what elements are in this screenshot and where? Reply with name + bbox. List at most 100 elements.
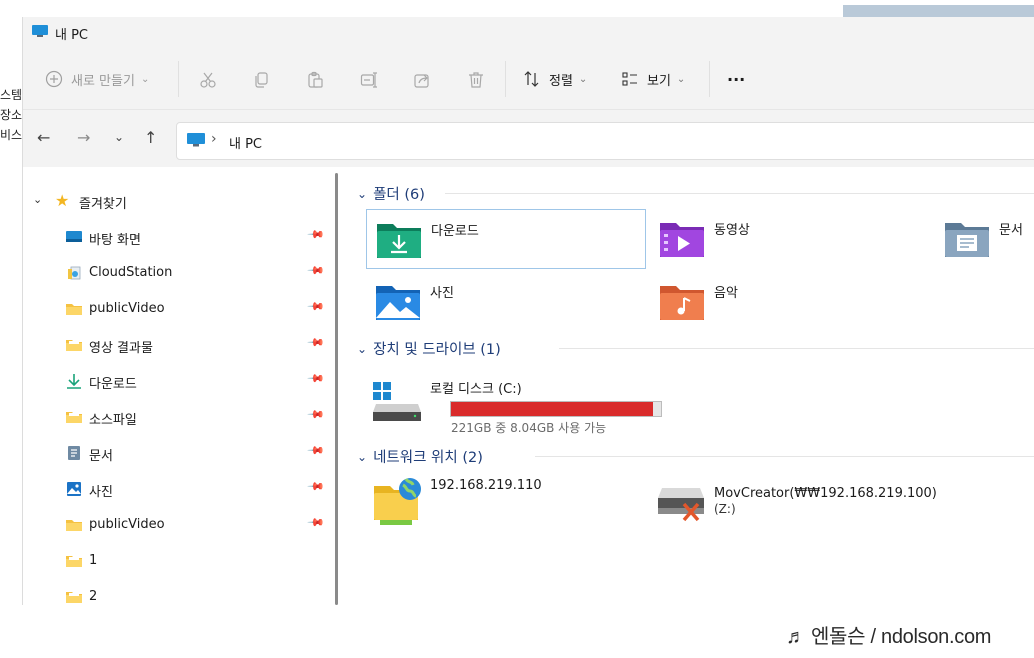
breadcrumb-this-pc[interactable]: 내 PC	[229, 133, 262, 152]
background-text: 비스	[0, 128, 23, 142]
folder-label: 음악	[714, 286, 738, 301]
folder-icon	[66, 592, 82, 603]
sidebar-item-label: 문서	[89, 449, 113, 464]
sidebar-item-publicvideo-2[interactable]: publicVideo 📌	[23, 509, 333, 541]
sort-label: 정렬	[549, 73, 573, 89]
group-header-folders[interactable]: ⌄ 폴더 (6)	[357, 183, 425, 204]
network-tile-movcreator[interactable]: MovCreator(₩₩192.168.219.100) (Z:)	[650, 472, 990, 530]
disconnected-drive-icon	[658, 488, 704, 522]
folder-tile-pictures[interactable]: 사진	[366, 272, 644, 330]
paste-icon[interactable]	[306, 71, 324, 89]
back-arrow-icon[interactable]: ←	[37, 128, 50, 147]
sidebar-item-downloads[interactable]: 다운로드 📌	[23, 365, 333, 397]
breadcrumb-chevron-icon: ›	[211, 131, 217, 147]
folder-tile-videos[interactable]: 동영상	[650, 209, 928, 267]
sidebar-item-documents[interactable]: 문서 📌	[23, 437, 333, 469]
group-header-network[interactable]: ⌄ 네트워크 위치 (2)	[357, 446, 483, 467]
hard-drive-icon	[373, 382, 421, 421]
group-header-label: 네트워크 위치 (2)	[373, 450, 483, 466]
delete-icon[interactable]	[467, 71, 485, 89]
recent-locations-chevron-icon[interactable]: ⌄	[114, 130, 124, 144]
folder-tile-documents[interactable]: 문서	[935, 209, 1034, 267]
pictures-folder-icon	[376, 286, 420, 320]
group-divider	[559, 348, 1034, 349]
sidebar-item-video-results[interactable]: 영상 결과물 📌	[23, 329, 333, 361]
sidebar-item-pictures[interactable]: 사진 📌	[23, 473, 333, 505]
pin-icon[interactable]: 📌	[306, 297, 325, 316]
sidebar-item-source-files[interactable]: 소스파일 📌	[23, 401, 333, 433]
this-pc-icon	[32, 25, 48, 37]
sidebar-item-cloudstation[interactable]: CloudStation 📌	[23, 257, 333, 289]
group-header-drives[interactable]: ⌄ 장치 및 드라이브 (1)	[357, 338, 501, 359]
pin-icon[interactable]: 📌	[306, 369, 325, 388]
sidebar-item-favorites[interactable]: ⌄ ★ 즐겨찾기	[23, 185, 333, 217]
network-location-label: MovCreator(₩₩192.168.219.100)	[714, 486, 937, 501]
pin-icon[interactable]: 📌	[306, 333, 325, 352]
cloud-folder-icon	[68, 266, 81, 280]
explorer-window: 내 PC 새로 만들기 ⌄ 정렬 ⌄ 보기 ⌄ ··· ← → ⌄ ↑ › 내 …	[22, 17, 1034, 605]
documents-folder-icon	[945, 223, 989, 257]
share-icon[interactable]	[413, 71, 431, 89]
folder-tile-music[interactable]: 음악	[650, 272, 928, 330]
pin-icon[interactable]: 📌	[306, 477, 325, 496]
network-folder-icon	[374, 478, 421, 525]
pin-icon[interactable]: 📌	[306, 441, 325, 460]
chevron-down-icon: ⌄	[357, 186, 368, 201]
copy-icon[interactable]	[253, 71, 271, 89]
drive-usage-text: 221GB 중 8.04GB 사용 가능	[451, 421, 607, 435]
folder-icon	[66, 520, 82, 531]
view-button[interactable]: 보기 ⌄	[621, 69, 685, 89]
folder-tile-downloads[interactable]: 다운로드	[366, 209, 646, 269]
new-button[interactable]: 새로 만들기 ⌄	[45, 69, 149, 89]
this-pc-icon	[187, 133, 205, 147]
group-divider	[445, 193, 1034, 194]
pin-icon[interactable]: 📌	[306, 405, 325, 424]
up-arrow-icon[interactable]: ↑	[144, 128, 157, 147]
folder-label: 동영상	[714, 223, 750, 238]
pin-icon[interactable]: 📌	[306, 513, 325, 532]
group-header-label: 폴더 (6)	[373, 187, 425, 203]
chevron-down-icon: ⌄	[33, 193, 43, 206]
sidebar-item-label: publicVideo	[89, 517, 165, 532]
downloads-folder-icon	[377, 224, 421, 258]
sidebar-item-folder-2[interactable]: 2	[23, 581, 333, 605]
drive-label: 로컬 디스크 (C:)	[430, 382, 522, 397]
network-tile-192-168-219-110[interactable]: 192.168.219.110	[366, 472, 644, 530]
background-text: 스템	[0, 88, 23, 102]
desktop-icon	[66, 231, 82, 242]
pin-icon[interactable]: 📌	[306, 261, 325, 280]
watermark-text: ♬ 엔돌슨 / ndolson.com	[786, 626, 992, 648]
sidebar-scrollbar[interactable]	[335, 173, 338, 605]
sidebar-item-label: 소스파일	[89, 413, 137, 428]
chevron-down-icon: ⌄	[578, 73, 588, 85]
chevron-down-icon: ⌄	[140, 73, 150, 85]
sidebar-item-desktop[interactable]: 바탕 화면 📌	[23, 221, 333, 253]
background-text: 장소	[0, 108, 23, 122]
pin-icon[interactable]: 📌	[306, 225, 325, 244]
document-icon	[68, 446, 80, 460]
sidebar-item-label: 사진	[89, 485, 113, 500]
sidebar-item-folder-1[interactable]: 1	[23, 545, 333, 577]
folder-icon	[66, 340, 82, 351]
folder-label: 다운로드	[431, 224, 479, 239]
navigation-pane: ⌄ ★ 즐겨찾기 바탕 화면 📌 CloudStation 📌 publicVi…	[23, 167, 345, 605]
sidebar-item-label: 영상 결과물	[89, 341, 153, 356]
download-icon	[67, 374, 81, 389]
rename-icon[interactable]	[360, 71, 378, 89]
drive-usage-bar	[450, 401, 662, 417]
address-bar[interactable]: › 내 PC	[176, 122, 1034, 160]
folder-icon	[66, 412, 82, 423]
content-pane: ⌄ 폴더 (6) 다운로드 동영상 문서 사진 음악 ⌄ 장치 및 드라이브 (…	[345, 167, 1034, 605]
sort-button[interactable]: 정렬 ⌄	[523, 69, 587, 89]
window-title: 내 PC	[55, 28, 89, 43]
background-window-strip	[843, 5, 1034, 17]
sidebar-item-publicvideo[interactable]: publicVideo 📌	[23, 293, 333, 325]
sidebar-item-label: 다운로드	[89, 377, 137, 392]
view-label: 보기	[647, 73, 671, 89]
cut-icon[interactable]	[199, 71, 217, 89]
forward-arrow-icon[interactable]: →	[77, 128, 90, 147]
navigation-bar: ← → ⌄ ↑ › 내 PC	[23, 109, 1034, 166]
sidebar-item-label: 바탕 화면	[89, 233, 141, 248]
chevron-down-icon: ⌄	[357, 449, 368, 464]
more-options-button[interactable]: ···	[727, 69, 745, 89]
